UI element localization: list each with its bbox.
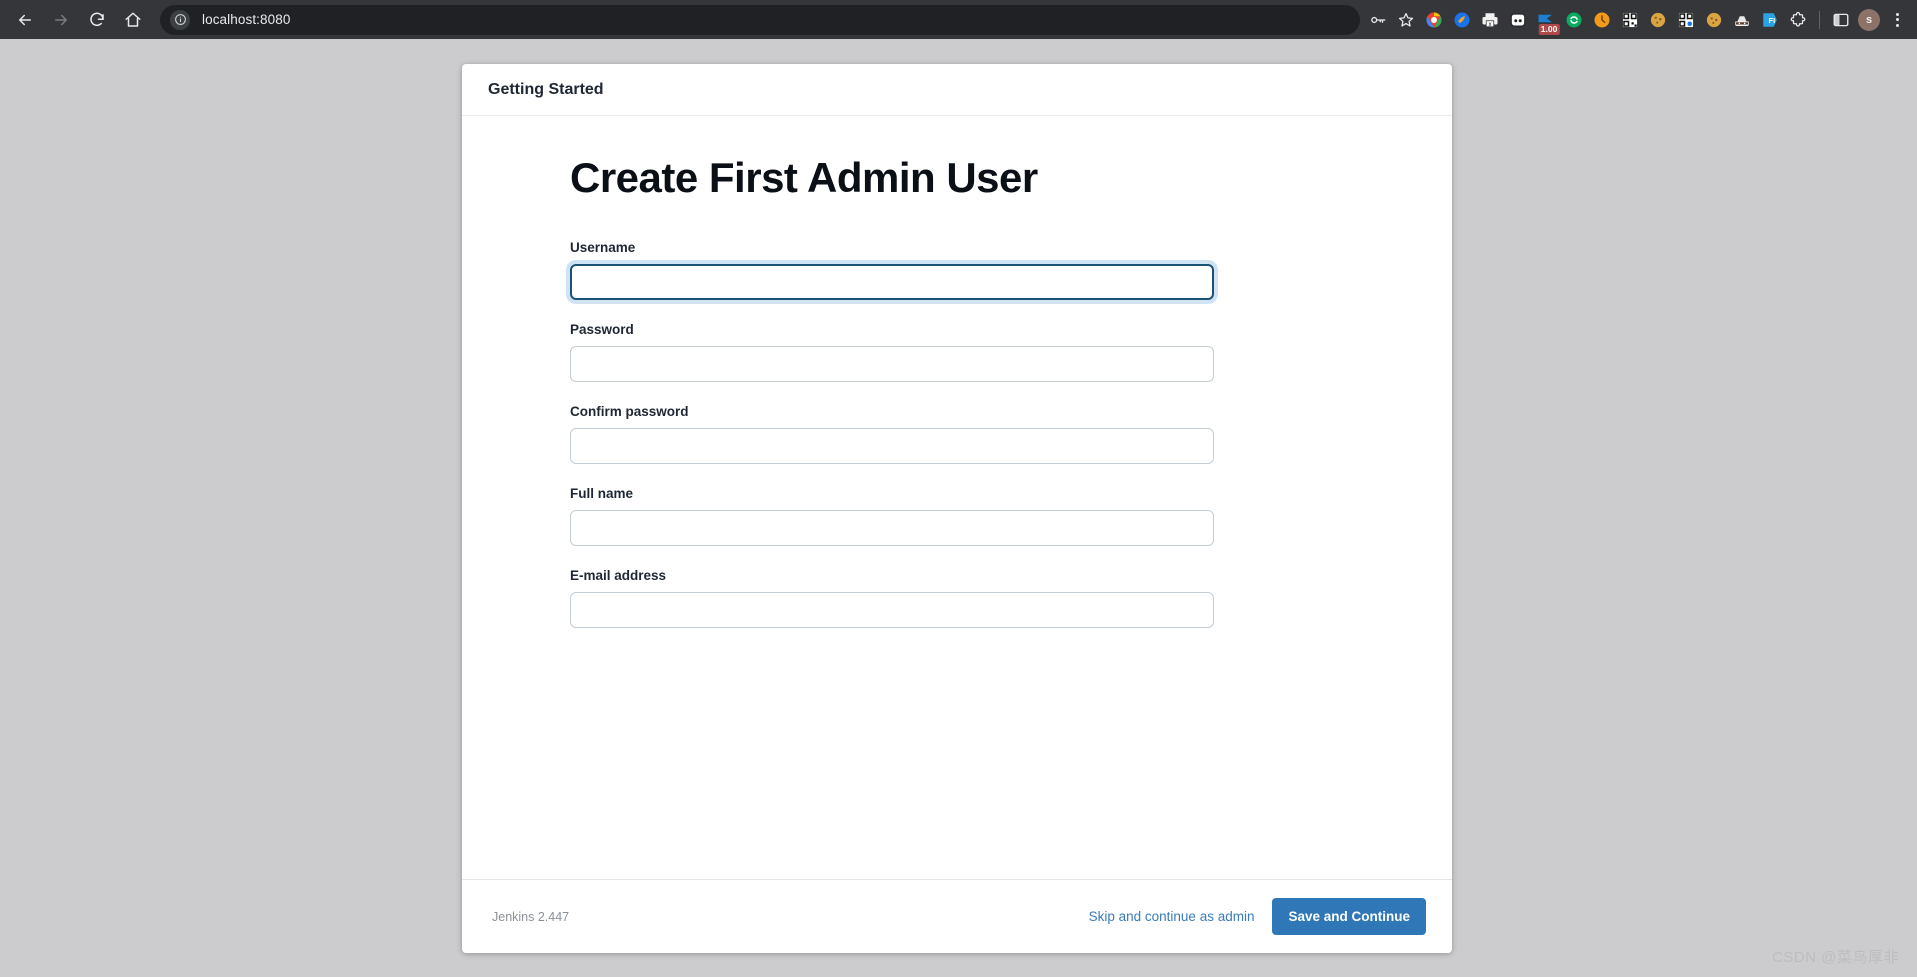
username-label: Username [570,240,1214,255]
fi-extension-icon[interactable]: FI [1756,5,1784,35]
three-dots [1896,13,1899,27]
field-email: E-mail address [570,568,1214,628]
field-full-name: Full name [570,486,1214,546]
sync-refresh-extension-icon[interactable] [1560,5,1588,35]
paint-bucket-extension-icon[interactable] [1448,5,1476,35]
site-info-icon[interactable] [170,10,190,30]
getting-started-panel: Getting Started Create First Admin User … [462,64,1452,953]
flag-extension-icon[interactable]: 1.00 [1532,5,1560,35]
cookie-extension-2-icon[interactable] [1700,5,1728,35]
admin-user-form: Create First Admin User Username Passwor… [570,154,1214,628]
field-confirm-password: Confirm password [570,404,1214,464]
forward-icon[interactable] [44,3,78,37]
email-label: E-mail address [570,568,1214,583]
full-name-input[interactable] [570,510,1214,546]
bookmark-star-icon[interactable] [1392,5,1420,35]
back-icon[interactable] [8,3,42,37]
full-name-label: Full name [570,486,1214,501]
side-panel-icon[interactable] [1827,5,1855,35]
reload-icon[interactable] [80,3,114,37]
flag-extension-badge: 1.00 [1539,24,1560,35]
qr-code-extension-icon[interactable] [1616,5,1644,35]
extensions-puzzle-icon[interactable] [1784,5,1812,35]
navigation-buttons [0,3,150,37]
incognito-mask-extension-icon[interactable] [1728,5,1756,35]
jenkins-version: Jenkins 2.447 [492,910,569,924]
printer-extension-icon[interactable]: x [1476,5,1504,35]
clock-extension-icon[interactable] [1588,5,1616,35]
toolbar-right-icons: x 1.00 FI [1364,0,1917,39]
chrome-menu-icon[interactable] [1883,5,1911,35]
panel-header: Getting Started [462,64,1452,116]
profile-avatar[interactable]: s [1855,5,1883,35]
page-background: Getting Started Create First Admin User … [0,39,1917,977]
password-label: Password [570,322,1214,337]
svg-text:x: x [1489,22,1492,28]
panel-header-title: Getting Started [488,81,604,99]
svg-text:FI: FI [1769,16,1776,25]
watermark: CSDN @菜鸟厚非 [1772,946,1899,967]
chrome-color-circle-extension-icon[interactable] [1420,5,1448,35]
avatar-initial: s [1858,9,1880,31]
skip-and-continue-link[interactable]: Skip and continue as admin [1089,909,1255,924]
confirm-password-input[interactable] [570,428,1214,464]
username-input[interactable] [570,264,1214,300]
home-icon[interactable] [116,3,150,37]
page-title: Create First Admin User [570,154,1214,202]
robot-face-extension-icon[interactable] [1504,5,1532,35]
password-input[interactable] [570,346,1214,382]
footer-actions: Skip and continue as admin Save and Cont… [1089,898,1426,935]
toolbar-divider [1819,11,1820,29]
panel-body: Create First Admin User Username Passwor… [462,116,1452,879]
browser-toolbar: localhost:8080 x 1.00 [0,0,1917,39]
panel-footer: Jenkins 2.447 Skip and continue as admin… [462,879,1452,953]
address-bar[interactable]: localhost:8080 [160,5,1360,35]
confirm-password-label: Confirm password [570,404,1214,419]
address-bar-url: localhost:8080 [202,12,290,27]
password-key-icon[interactable] [1364,5,1392,35]
field-password: Password [570,322,1214,382]
email-input[interactable] [570,592,1214,628]
cookie-extension-icon[interactable] [1644,5,1672,35]
qr-code-extension-2-icon[interactable] [1672,5,1700,35]
field-username: Username [570,240,1214,300]
save-and-continue-button[interactable]: Save and Continue [1272,898,1426,935]
